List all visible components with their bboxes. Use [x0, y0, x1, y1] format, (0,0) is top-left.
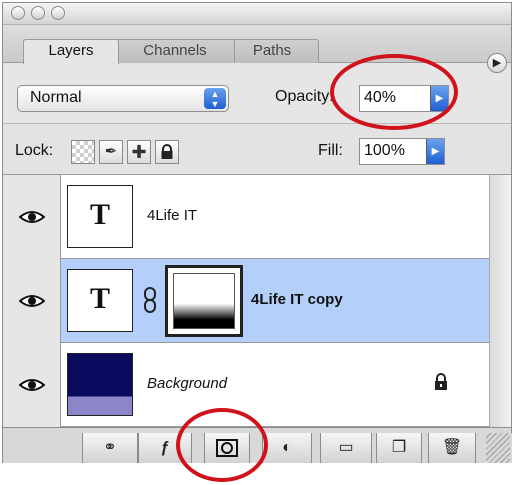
fill-value: 100% — [364, 142, 405, 159]
opacity-value: 40% — [364, 89, 397, 106]
opacity-slider-arrow-icon[interactable]: ▶ — [430, 86, 448, 111]
tab-paths[interactable]: Paths — [225, 39, 319, 63]
layer-row-background[interactable]: Background — [3, 343, 489, 427]
tab-channels[interactable]: Channels — [115, 39, 235, 63]
fill-field[interactable]: 100% ▶ — [359, 138, 445, 165]
lock-label: Lock: — [15, 142, 54, 159]
eye-icon — [19, 295, 45, 307]
updown-arrows-icon: ▲ ▼ — [204, 88, 226, 109]
visibility-toggle[interactable] — [3, 175, 61, 259]
layer-name: 4Life IT — [147, 207, 198, 224]
brush-icon[interactable]: ✒ — [99, 140, 123, 164]
layers-panel: Paths Channels Layers ▶ Normal ▲ ▼ Opacit… — [2, 2, 512, 436]
eye-icon — [19, 379, 45, 391]
lock-row: Lock: ✒ ✚ Fill: 100% ▶ — [3, 123, 511, 175]
folder-icon[interactable]: ▭ — [320, 433, 372, 463]
resize-grip-icon[interactable] — [486, 433, 510, 463]
blend-mode-value: Normal — [30, 89, 82, 106]
zoom-window-icon[interactable] — [51, 6, 65, 20]
layer-row-4life-it[interactable]: T 4Life IT — [3, 175, 489, 259]
layer-mask-icon[interactable] — [204, 433, 250, 463]
trash-icon[interactable]: 🗑 — [428, 433, 476, 463]
play-circle-icon[interactable]: ▶ — [487, 53, 507, 73]
layer-name: Background — [147, 375, 228, 392]
panel-titlebar — [3, 3, 511, 25]
close-window-icon[interactable] — [11, 6, 25, 20]
layer-thumbnail: T — [67, 269, 133, 332]
layer-name: 4Life IT copy — [251, 291, 343, 308]
blend-mode-select[interactable]: Normal ▲ ▼ — [17, 85, 229, 112]
fill-label: Fill: — [318, 142, 343, 159]
link-icon[interactable]: ⚭ — [82, 433, 138, 463]
fill-slider-arrow-icon[interactable]: ▶ — [426, 139, 444, 164]
new-layer-icon[interactable]: ❐ — [376, 433, 422, 463]
panel-tab-strip: Paths Channels Layers ▶ — [3, 25, 511, 73]
transparency-checker-icon[interactable] — [71, 140, 95, 164]
layers-list: T 4Life IT T 4Life IT copy Background — [3, 175, 489, 427]
padlock-icon[interactable] — [155, 140, 179, 164]
opacity-field[interactable]: 40% ▶ — [359, 85, 449, 112]
visibility-toggle[interactable] — [3, 259, 61, 343]
visibility-toggle[interactable] — [3, 343, 61, 427]
move-arrows-icon[interactable]: ✚ — [127, 140, 151, 164]
eye-icon — [19, 211, 45, 223]
padlock-icon — [435, 373, 447, 390]
chain-link-icon[interactable] — [143, 287, 157, 313]
vertical-scrollbar[interactable] — [489, 175, 511, 427]
layer-thumbnail — [67, 353, 133, 416]
adjustment-layer-icon[interactable]: ◐ — [262, 433, 312, 463]
layer-row-4life-it-copy[interactable]: T 4Life IT copy — [3, 259, 489, 343]
text-layer-glyph: T — [89, 282, 110, 315]
minimize-window-icon[interactable] — [31, 6, 45, 20]
layer-thumbnail: T — [67, 185, 133, 248]
gradient-mask-preview — [173, 273, 235, 329]
tab-layers[interactable]: Layers — [23, 39, 119, 64]
layer-mask-thumbnail[interactable] — [165, 265, 243, 337]
text-layer-glyph: T — [89, 198, 110, 231]
layer-style-icon[interactable]: ƒ — [138, 433, 192, 463]
opacity-label: Opacity: — [275, 88, 334, 105]
